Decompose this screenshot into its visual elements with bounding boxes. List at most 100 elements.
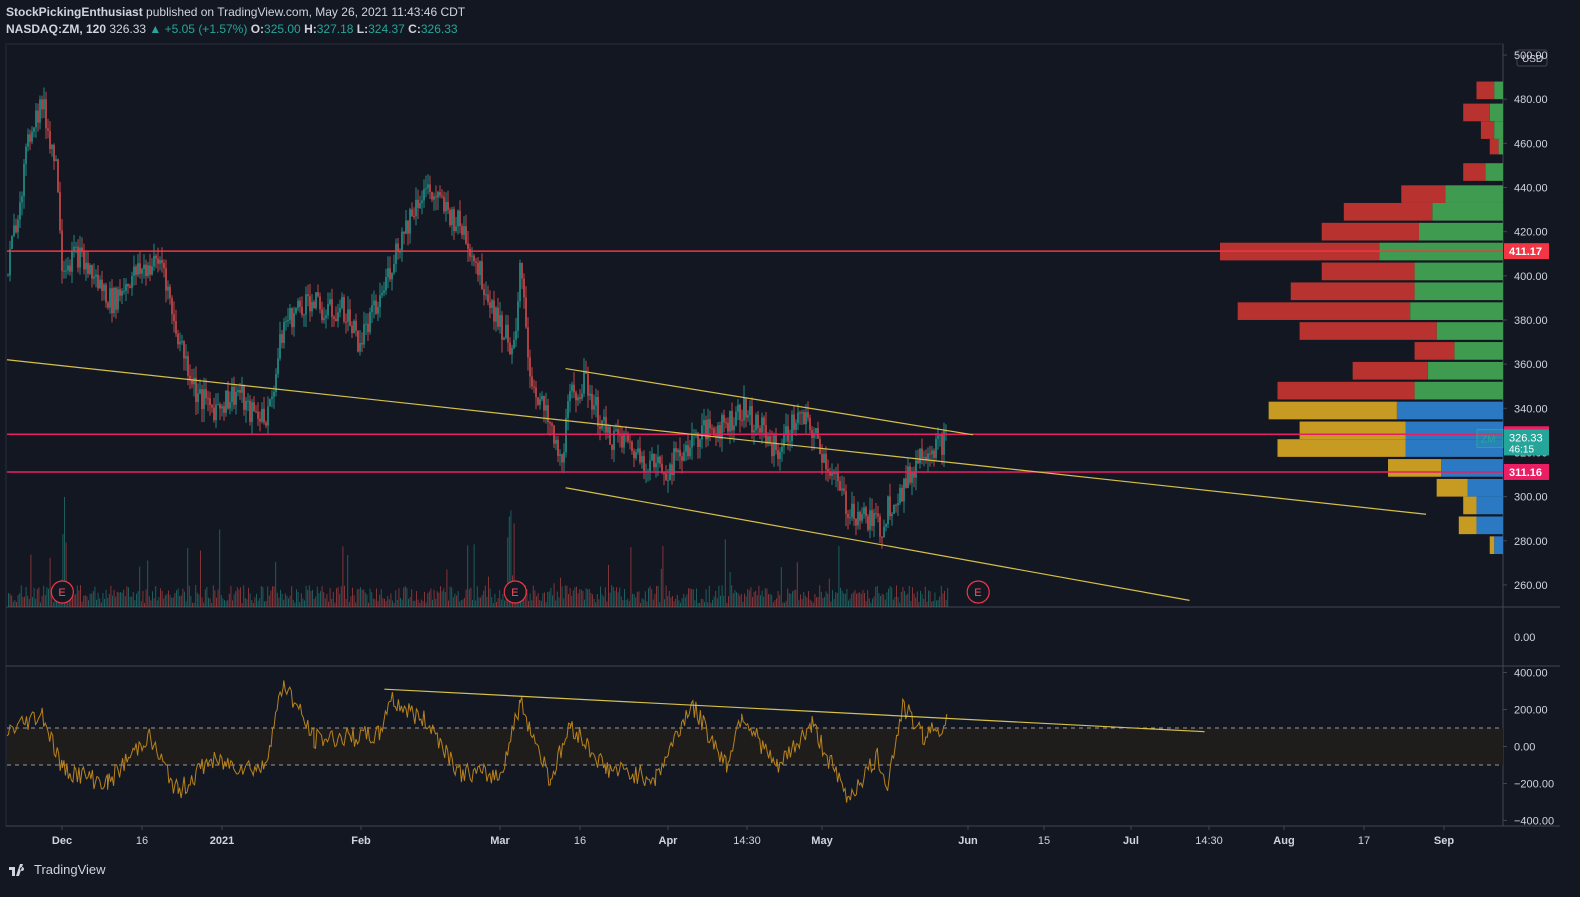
volume-bar	[752, 596, 753, 607]
volume-bar	[220, 595, 222, 607]
volume-bar	[540, 600, 542, 607]
candle-body	[405, 220, 407, 234]
volume-bar	[193, 602, 195, 607]
candle-body	[935, 438, 937, 458]
volume-bar	[644, 591, 646, 607]
volume-bar	[240, 587, 241, 607]
candle-body	[761, 417, 763, 433]
candle-body	[745, 397, 747, 418]
candle-body	[635, 452, 637, 459]
candle-body	[463, 226, 465, 235]
volume-bar	[296, 589, 297, 607]
volume-profile-sell-bar	[1321, 222, 1419, 241]
candle-body	[145, 264, 147, 276]
volume-bar	[267, 586, 269, 607]
bar-countdown-label: 46:15	[1509, 444, 1534, 455]
volume-bar	[878, 593, 880, 607]
volume-bar	[632, 593, 633, 607]
candle-body	[785, 426, 787, 434]
volume-bar	[624, 589, 625, 607]
volume-bar	[542, 593, 544, 607]
candle-body	[193, 377, 195, 385]
candle-body	[359, 342, 361, 352]
earnings-marker-label: E	[511, 587, 518, 599]
candle-body	[77, 246, 79, 268]
volume-bar	[430, 588, 432, 607]
volume-bar	[544, 592, 545, 607]
volume-bar	[444, 592, 446, 607]
volume-bar	[740, 593, 742, 607]
volume-bar	[116, 591, 118, 607]
candle-body	[165, 268, 167, 291]
volume-bar	[414, 600, 416, 607]
candle-body	[423, 188, 425, 201]
chart-canvas[interactable]: USD500.00480.00460.00440.00420.00400.003…	[0, 0, 1580, 897]
candle-body	[381, 292, 383, 296]
price-tick-label: 440.00	[1514, 183, 1548, 195]
volume-bar	[342, 546, 344, 607]
volume-bar	[809, 599, 811, 607]
candle-body	[565, 417, 567, 453]
candle-body	[507, 324, 509, 343]
candle-body	[563, 452, 565, 463]
candle-body	[83, 251, 85, 270]
candle-body	[623, 433, 625, 448]
volume-bar	[182, 588, 184, 607]
volume-bar	[320, 591, 321, 607]
volume-bar	[254, 597, 256, 607]
candle-body	[255, 411, 257, 413]
volume-bar	[600, 586, 601, 607]
volume-bar	[900, 591, 902, 607]
candle-body	[185, 356, 187, 359]
candle-body	[375, 300, 377, 314]
candle-body	[517, 301, 519, 331]
volume-profile-buy-bar	[1494, 121, 1503, 139]
candle-body	[245, 400, 247, 410]
price-tick-label: 420.00	[1514, 227, 1548, 239]
candle-body	[929, 453, 931, 455]
candle-body	[837, 471, 839, 482]
volume-bar	[753, 591, 755, 607]
candle-body	[383, 290, 385, 293]
candle-body	[599, 426, 601, 429]
candle-body	[301, 306, 303, 316]
candle-body	[477, 262, 479, 276]
candle-body	[909, 466, 911, 483]
volume-bar	[720, 595, 721, 607]
volume-profile-buy-bar	[1489, 103, 1503, 122]
volume-bar	[718, 585, 720, 607]
volume-bar	[883, 594, 885, 607]
volume-profile-buy-bar	[1445, 185, 1503, 203]
candle-body	[291, 308, 293, 328]
candle-body	[533, 386, 535, 388]
volume-bar	[800, 594, 801, 607]
volume-bar	[451, 587, 453, 607]
volume-bar	[556, 591, 558, 607]
candle-body	[663, 472, 665, 474]
brand[interactable]: TradingView	[8, 862, 106, 877]
volume-bar	[478, 597, 480, 607]
volume-bar	[350, 596, 352, 607]
volume-bar	[590, 592, 592, 607]
volume-bar	[384, 598, 385, 607]
volume-profile-sell-bar	[1388, 459, 1442, 477]
volume-bar	[908, 585, 910, 607]
volume-bar	[665, 585, 667, 607]
candle-body	[485, 294, 487, 296]
volume-bar	[947, 587, 949, 607]
volume-bar	[822, 598, 824, 607]
price-tick-label: 360.00	[1514, 359, 1548, 371]
candle-body	[345, 321, 347, 323]
volume-bar	[46, 587, 48, 607]
candle-body	[839, 481, 841, 491]
candle-body	[801, 412, 803, 414]
volume-bar	[480, 597, 481, 607]
volume-bar	[848, 600, 849, 607]
candle-body	[529, 357, 531, 377]
volume-bar	[84, 595, 86, 607]
time-tick-label: 14:30	[733, 835, 761, 847]
candle-body	[251, 402, 253, 422]
volume-bar	[203, 602, 205, 607]
candle-body	[167, 286, 169, 291]
candle-body	[37, 110, 39, 123]
